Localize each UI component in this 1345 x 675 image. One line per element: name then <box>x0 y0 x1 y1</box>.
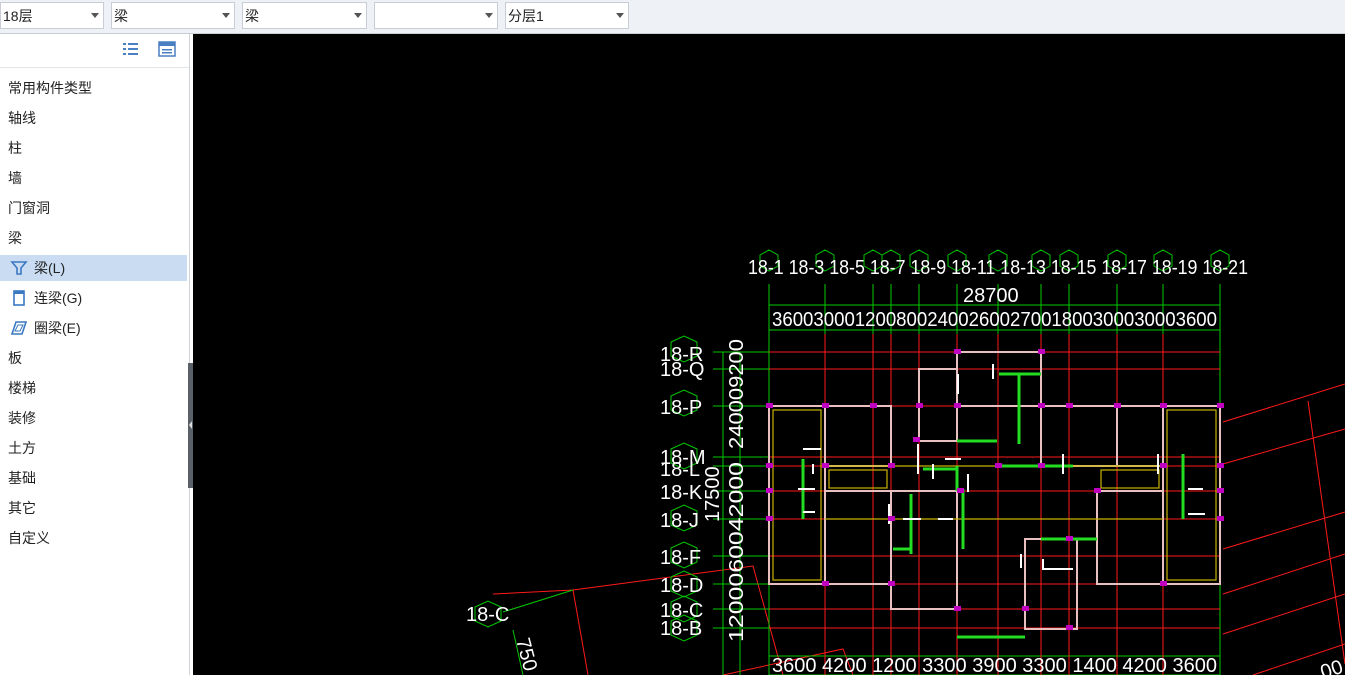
layer-select[interactable]: 分层1 <box>505 2 629 29</box>
tree-item-label: 圈梁(E) <box>34 320 81 336</box>
left-dim-lower: 1200060042000 <box>726 462 748 642</box>
detail-view-icon[interactable] <box>158 41 176 57</box>
tree-item-finishes[interactable]: 装修 <box>0 405 187 431</box>
type-select-value: 梁 <box>245 7 259 24</box>
type-select[interactable]: 梁 <box>242 2 367 29</box>
top-toolbar: 18层 梁 梁 分层1 <box>0 0 1345 34</box>
panel-header <box>0 34 189 68</box>
top-dims: 3600300012008002400260027001800300030003… <box>772 309 1217 331</box>
tree-item-coupling-beam[interactable]: 连梁(G) <box>0 285 187 311</box>
bottom-right-partial-dim: 00 <box>1318 656 1345 675</box>
tree-item-label: 自定义 <box>8 530 50 546</box>
beam-joints <box>766 349 1224 630</box>
tree-item-label: 连梁(G) <box>34 290 83 306</box>
tree-item-label: 常用构件类型 <box>8 80 92 96</box>
drawing-canvas[interactable]: 18-1 18-3 18-5 18-7 18-9 18-11 18-13 18-… <box>193 34 1345 675</box>
tree-item-ring-beam[interactable]: 圈梁(E) <box>0 315 187 341</box>
bottom-dims: 3600 4200 1200 3300 3900 3300 1400 4200 … <box>772 655 1217 675</box>
tree-item-axis[interactable]: 轴线 <box>0 105 187 131</box>
ring-beam-icon <box>10 321 28 335</box>
beam-icon <box>10 261 28 275</box>
tree-item-label: 装修 <box>8 410 36 426</box>
chevron-down-icon[interactable] <box>350 3 366 28</box>
tree-item-earthwork[interactable]: 土方 <box>0 435 187 461</box>
tree-item-custom[interactable]: 自定义 <box>0 525 187 551</box>
category-select[interactable]: 梁 <box>111 2 235 29</box>
floor-select-value: 18层 <box>3 7 33 24</box>
tree-item-label: 门窗洞 <box>8 200 50 216</box>
tree-item-label: 柱 <box>8 140 22 156</box>
tree-item-label: 梁 <box>8 230 22 246</box>
axis-label-18-D: 18-D <box>660 575 703 597</box>
chevron-down-icon[interactable] <box>87 3 103 28</box>
total-width-dim: 28700 <box>963 285 1019 307</box>
tree-item-wall[interactable]: 墙 <box>0 165 187 191</box>
tree-item-beam-group[interactable]: 梁 <box>0 225 187 251</box>
tree-item-foundation[interactable]: 基础 <box>0 465 187 491</box>
tree-item-column[interactable]: 柱 <box>0 135 187 161</box>
floor-plan-drawing: 18-1 18-3 18-5 18-7 18-9 18-11 18-13 18-… <box>466 249 1345 675</box>
tree-item-label: 板 <box>8 350 22 366</box>
tree-item-label: 墙 <box>8 170 22 186</box>
left-dim-upper: 240009200 <box>726 339 748 449</box>
tree-item-stairs[interactable]: 楼梯 <box>0 375 187 401</box>
rotated-axis-label: 18-C <box>466 604 509 626</box>
tree-item-label: 土方 <box>8 440 36 456</box>
axis-label-18-Q: 18-Q <box>660 359 704 381</box>
axis-label-18-J: 18-J <box>660 510 699 532</box>
category-select-value: 梁 <box>114 7 128 24</box>
list-view-icon[interactable] <box>122 41 140 57</box>
dimension-grid-lines <box>713 284 1221 675</box>
tree-item-label: 梁(L) <box>34 260 66 276</box>
rotated-dim: 750 <box>511 636 541 674</box>
chevron-down-icon[interactable] <box>481 3 497 28</box>
coupling-beam-icon <box>13 290 25 306</box>
axis-label-18-F: 18-F <box>660 547 701 569</box>
axis-label-18-B: 18-B <box>660 618 702 640</box>
tree-item-openings[interactable]: 门窗洞 <box>0 195 187 221</box>
secondary-beams <box>772 409 1217 581</box>
component-select[interactable] <box>374 2 498 29</box>
layer-select-value: 分层1 <box>508 7 544 24</box>
tree-item-label: 楼梯 <box>8 380 36 396</box>
left-dim-total: 17500 <box>702 466 724 522</box>
axis-label-18-P: 18-P <box>660 397 702 419</box>
component-tree-panel: 常用构件类型 轴线 柱 墙 门窗洞 梁 梁(L) 连梁(G) 圈梁(E) 板 楼… <box>0 34 190 675</box>
tree-item-other[interactable]: 其它 <box>0 495 187 521</box>
chevron-down-icon[interactable] <box>612 3 628 28</box>
tree-item-slab[interactable]: 板 <box>0 345 187 371</box>
top-axis-labels: 18-1 18-3 18-5 18-7 18-9 18-11 18-13 18-… <box>748 257 1248 279</box>
tree-item-beam[interactable]: 梁(L) <box>0 255 187 281</box>
green-beams <box>801 372 1185 639</box>
chevron-down-icon[interactable] <box>218 3 234 28</box>
tree-item-label: 轴线 <box>8 110 36 126</box>
axis-label-18-K: 18-K <box>660 482 703 504</box>
axis-label-18-L: 18-L <box>660 459 700 481</box>
tree-item-common-types[interactable]: 常用构件类型 <box>0 75 187 101</box>
axis-lines <box>769 334 1220 675</box>
tree-item-label: 其它 <box>8 500 36 516</box>
floor-select[interactable]: 18层 <box>0 2 104 29</box>
tree-item-label: 基础 <box>8 470 36 486</box>
